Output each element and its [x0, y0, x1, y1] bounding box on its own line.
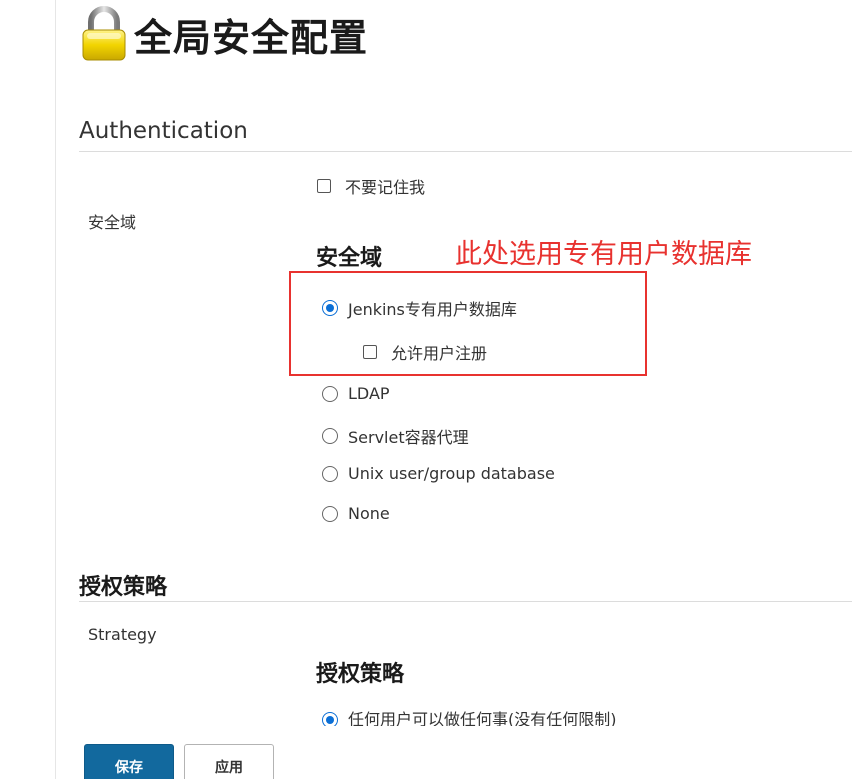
realm-option-none[interactable]: None — [322, 504, 390, 523]
realm-option-jenkins-db[interactable]: Jenkins专有用户数据库 — [322, 296, 517, 320]
realm-option-unix[interactable]: Unix user/group database — [322, 464, 555, 483]
strategy-field-label: Strategy — [88, 625, 157, 644]
realm-radio-unix[interactable] — [322, 465, 338, 482]
annotation-text: 此处选用专有用户数据库 — [455, 239, 752, 270]
strategy-radio-anyone[interactable] — [322, 712, 338, 726]
strategy-heading: 授权策略 — [316, 662, 405, 687]
realm-radio-jenkins-db[interactable] — [322, 300, 338, 316]
page-title: 全局安全配置 — [134, 15, 369, 60]
realm-option-label: Unix user/group database — [348, 464, 555, 483]
disable-remember-me-option[interactable]: 不要记住我 — [317, 174, 425, 198]
realm-radio-none[interactable] — [322, 505, 338, 522]
left-divider — [55, 0, 56, 779]
disable-remember-me-checkbox[interactable] — [317, 179, 331, 193]
allow-signup-checkbox[interactable] — [363, 345, 377, 359]
realm-radio-ldap[interactable] — [322, 385, 338, 402]
allow-signup-label: 允许用户注册 — [391, 344, 488, 363]
strategy-option-label: 任何用户可以做任何事(没有任何限制) — [348, 710, 617, 726]
save-button[interactable]: 保存 — [84, 744, 174, 779]
realm-option-label: Servlet容器代理 — [348, 428, 469, 447]
authentication-section-title: Authentication — [79, 118, 248, 144]
realm-option-label: None — [348, 504, 390, 523]
allow-signup-option[interactable]: 允许用户注册 — [363, 340, 487, 364]
realm-option-servlet[interactable]: Servlet容器代理 — [322, 424, 469, 448]
strategy-option-anyone[interactable]: 任何用户可以做任何事(没有任何限制) — [322, 710, 617, 726]
disable-remember-me-label: 不要记住我 — [345, 178, 426, 197]
authorization-section-divider — [79, 601, 852, 602]
page-header: 全局安全配置 — [80, 6, 368, 62]
lock-icon — [82, 6, 126, 61]
security-realm-heading: 安全域 — [316, 246, 383, 271]
realm-option-label: LDAP — [348, 384, 390, 403]
realm-option-label: Jenkins专有用户数据库 — [348, 300, 517, 319]
realm-radio-servlet[interactable] — [322, 428, 338, 444]
authorization-section-title: 授权策略 — [79, 575, 168, 600]
realm-option-ldap[interactable]: LDAP — [322, 384, 390, 403]
apply-button[interactable]: 应用 — [184, 744, 274, 779]
security-realm-field-label: 安全域 — [88, 213, 137, 232]
authentication-section-divider — [79, 151, 852, 152]
